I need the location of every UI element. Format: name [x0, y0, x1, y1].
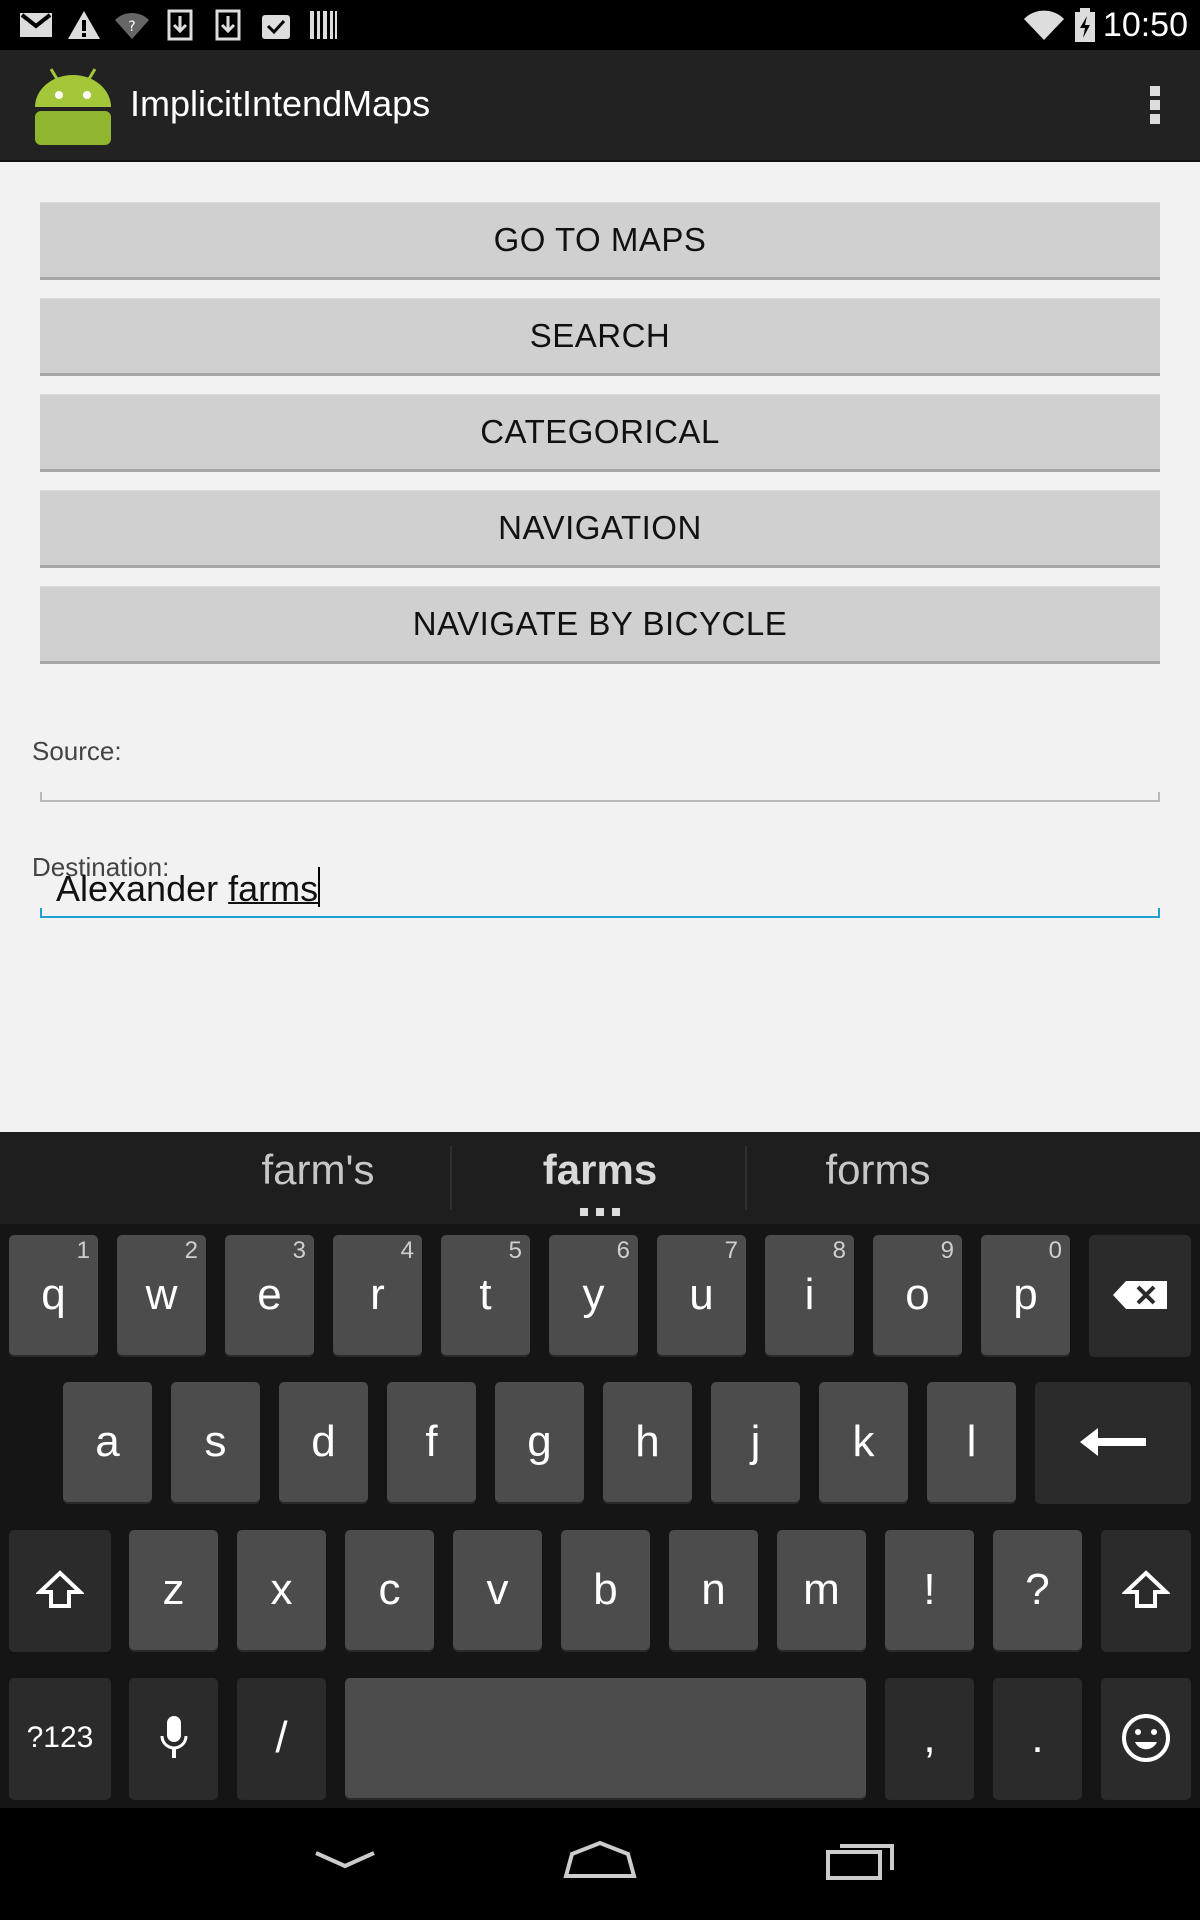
enter-key[interactable] [1035, 1382, 1191, 1502]
go-to-maps-button[interactable]: GO TO MAPS [40, 202, 1160, 280]
svg-text:?: ? [128, 19, 135, 35]
shift-icon [36, 1570, 84, 1608]
key-w[interactable]: w2 [117, 1235, 206, 1355]
destination-field[interactable]: Alexander farms [40, 858, 1160, 918]
key-slash[interactable]: / [237, 1678, 326, 1798]
status-bar: ? 10:50 [0, 0, 1200, 50]
key-f[interactable]: f [387, 1382, 476, 1502]
key-u[interactable]: u7 [657, 1235, 746, 1355]
more-suggestions-icon [580, 1208, 620, 1216]
key-a[interactable]: a [63, 1382, 152, 1502]
android-icon [33, 65, 113, 145]
backspace-key[interactable] [1089, 1235, 1191, 1355]
clipboard-check-icon [258, 8, 294, 42]
key-z[interactable]: z [129, 1530, 218, 1650]
shift-key-right[interactable] [1101, 1530, 1191, 1650]
key-s[interactable]: s [171, 1382, 260, 1502]
suggestion-1[interactable]: farm's [198, 1146, 438, 1194]
microphone-icon [160, 1716, 187, 1758]
download-icon [166, 8, 194, 42]
key-n[interactable]: n [669, 1530, 758, 1650]
shift-icon [1122, 1570, 1170, 1608]
suggestion-2[interactable]: farms [480, 1146, 720, 1194]
key-k[interactable]: k [819, 1382, 908, 1502]
gmail-icon [18, 8, 54, 42]
battery-charging-icon [1072, 8, 1098, 42]
key-e[interactable]: e3 [225, 1235, 314, 1355]
suggestion-strip: farm's farms forms [0, 1132, 1200, 1224]
key-h[interactable]: h [603, 1382, 692, 1502]
navigation-bar [0, 1808, 1200, 1920]
key-x[interactable]: x [237, 1530, 326, 1650]
key-o[interactable]: o9 [873, 1235, 962, 1355]
search-button[interactable]: SEARCH [40, 298, 1160, 376]
wifi-icon [1022, 8, 1066, 42]
key-l[interactable]: l [927, 1382, 1016, 1502]
key-p[interactable]: p0 [981, 1235, 1070, 1355]
key-q[interactable]: q1 [9, 1235, 98, 1355]
enter-arrow-icon [1080, 1428, 1146, 1456]
composing-text: farms [228, 868, 319, 909]
suggestion-3[interactable]: forms [758, 1146, 998, 1194]
home-icon[interactable] [560, 1830, 640, 1890]
key-m[interactable]: m [777, 1530, 866, 1650]
download-icon [214, 8, 242, 42]
key-y[interactable]: y6 [549, 1235, 638, 1355]
navigate-by-bicycle-button[interactable]: NAVIGATE BY BICYCLE [40, 586, 1160, 664]
key-c[interactable]: c [345, 1530, 434, 1650]
categorical-button[interactable]: CATEGORICAL [40, 394, 1160, 472]
voice-input-key[interactable] [129, 1678, 218, 1798]
emoji-key[interactable] [1101, 1678, 1191, 1798]
app-title: ImplicitIntendMaps [130, 83, 431, 124]
smiley-icon [1122, 1714, 1170, 1762]
key-period[interactable]: . [993, 1678, 1082, 1798]
soft-keyboard: farm's farms forms q1 w2 e3 r4 t5 y6 u7 … [0, 1132, 1200, 1808]
destination-value: Alexander farms [56, 867, 321, 909]
space-key[interactable] [345, 1678, 866, 1798]
hide-keyboard-icon[interactable] [310, 1830, 380, 1890]
key-j[interactable]: j [711, 1382, 800, 1502]
wifi-question-icon: ? [112, 8, 152, 42]
barcode-icon [308, 8, 338, 42]
symbols-key[interactable]: ?123 [9, 1678, 111, 1798]
overflow-menu-icon[interactable] [1140, 80, 1170, 130]
clock: 10:50 [1102, 6, 1188, 44]
key-exclamation[interactable]: ! [885, 1530, 974, 1650]
recent-apps-icon[interactable] [820, 1830, 900, 1890]
key-question[interactable]: ? [993, 1530, 1082, 1650]
key-comma[interactable]: , [885, 1678, 974, 1798]
key-v[interactable]: v [453, 1530, 542, 1650]
navigation-button[interactable]: NAVIGATION [40, 490, 1160, 568]
backspace-icon [1113, 1281, 1167, 1309]
key-g[interactable]: g [495, 1382, 584, 1502]
key-t[interactable]: t5 [441, 1235, 530, 1355]
action-bar: ImplicitIntendMaps [0, 50, 1200, 162]
key-d[interactable]: d [279, 1382, 368, 1502]
key-i[interactable]: i8 [765, 1235, 854, 1355]
text-cursor [318, 867, 321, 907]
key-r[interactable]: r4 [333, 1235, 422, 1355]
main-content: GO TO MAPS SEARCH CATEGORICAL NAVIGATION… [0, 162, 1200, 1132]
key-b[interactable]: b [561, 1530, 650, 1650]
source-field[interactable] [40, 742, 1160, 802]
shift-key-left[interactable] [9, 1530, 111, 1650]
warning-icon [66, 8, 102, 42]
